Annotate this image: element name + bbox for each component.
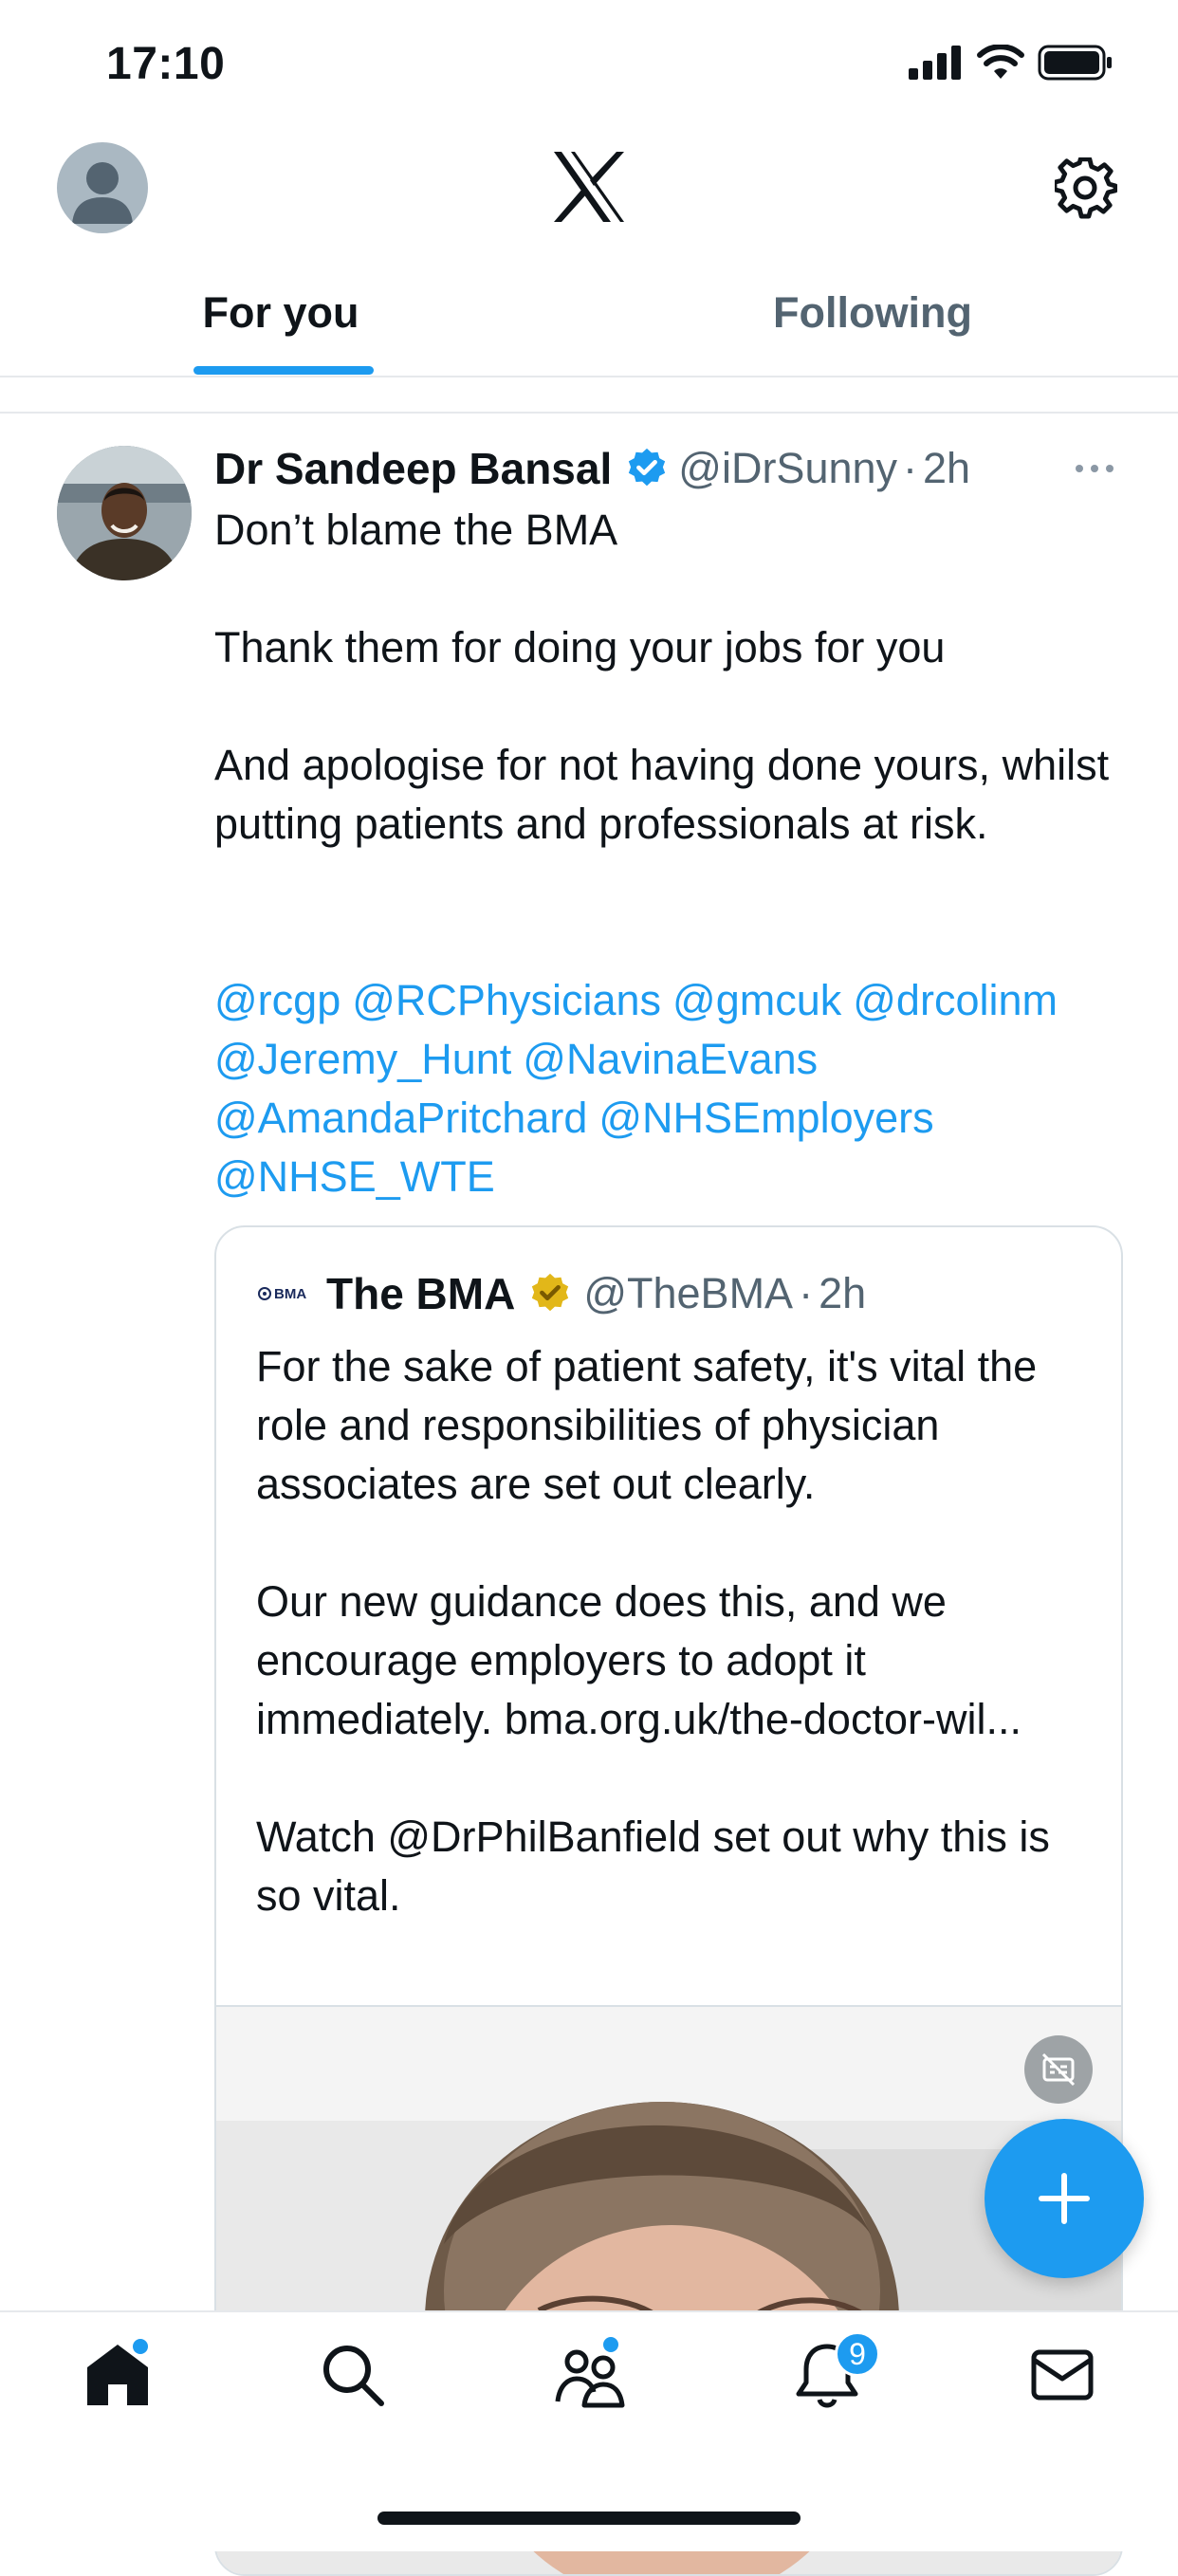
status-icons bbox=[909, 42, 1114, 83]
default-avatar-icon bbox=[72, 162, 133, 224]
quoted-author-handle[interactable]: @TheBMA bbox=[583, 1269, 793, 1318]
search-icon[interactable] bbox=[317, 2339, 389, 2411]
status-time: 17:10 bbox=[106, 39, 226, 89]
quoted-author-name[interactable]: The BMA bbox=[326, 1268, 515, 1319]
tweet-author-avatar[interactable] bbox=[57, 446, 192, 580]
home-indicator bbox=[377, 2512, 801, 2525]
mention-link[interactable]: @RCPhysicians bbox=[352, 976, 661, 1024]
mention-link[interactable]: @rcgp bbox=[214, 976, 341, 1024]
tweet-paragraph: And apologise for not having done yours,… bbox=[214, 741, 1110, 848]
notifications-badge: 9 bbox=[835, 2331, 880, 2377]
home-new-dot bbox=[133, 2339, 148, 2354]
mention-link[interactable]: @gmcuk bbox=[672, 976, 841, 1024]
tweet-paragraph: Thank them for doing your jobs for you bbox=[214, 623, 946, 672]
x-logo-icon[interactable] bbox=[550, 150, 628, 224]
author-name[interactable]: Dr Sandeep Bansal bbox=[214, 443, 612, 494]
plus-icon bbox=[1039, 2173, 1090, 2224]
separator-dot: · bbox=[799, 1269, 814, 1317]
mention-link[interactable]: @NHSEmployers bbox=[598, 1094, 933, 1142]
mention-link[interactable]: @Jeremy_Hunt bbox=[214, 1035, 511, 1083]
bma-logo: BMA bbox=[258, 1282, 311, 1305]
mention-link[interactable]: @NHSE_WTE bbox=[214, 1152, 495, 1201]
caption-button[interactable] bbox=[1024, 2035, 1093, 2104]
quoted-paragraph: Watch @DrPhilBanfield set out why this i… bbox=[256, 1812, 1050, 1920]
quoted-paragraph: For the sake of patient safety, it's vit… bbox=[256, 1342, 1038, 1508]
feed-divider bbox=[0, 412, 1178, 414]
quoted-tweet-time: 2h bbox=[819, 1269, 867, 1317]
mail-icon[interactable] bbox=[1026, 2339, 1098, 2411]
gear-icon[interactable] bbox=[1055, 157, 1117, 220]
mention-link[interactable]: @drcolinm bbox=[853, 976, 1058, 1024]
quoted-tweet-text: For the sake of patient safety, it's vit… bbox=[256, 1337, 1091, 1984]
separator-dot: · bbox=[903, 444, 918, 492]
quoted-paragraph: Our new guidance does this, and we encou… bbox=[256, 1577, 1022, 1743]
caption-icon bbox=[1041, 2052, 1076, 2087]
tab-following[interactable]: Following bbox=[730, 275, 1015, 351]
verified-gold-badge-icon bbox=[532, 1273, 569, 1312]
battery-icon bbox=[1038, 45, 1112, 81]
tweet-paragraph: Don’t blame the BMA bbox=[214, 506, 618, 554]
mention-link[interactable]: @AmandaPritchard bbox=[214, 1094, 587, 1142]
tabs-divider bbox=[0, 376, 1178, 377]
active-tab-indicator bbox=[193, 366, 374, 375]
bma-logo-text: BMA bbox=[274, 1285, 307, 1302]
wifi-icon bbox=[977, 45, 1024, 79]
tweet-time[interactable]: 2h bbox=[923, 444, 970, 493]
signal-icon bbox=[909, 46, 961, 80]
author-photo bbox=[57, 446, 192, 580]
quoted-tweet-header: BMA The BMA @TheBMA · 2h bbox=[258, 1265, 866, 1322]
communities-new-dot bbox=[603, 2337, 618, 2352]
tweet-header: Dr Sandeep Bansal @iDrSunny · 2h bbox=[214, 440, 970, 497]
compose-button[interactable] bbox=[985, 2119, 1144, 2278]
tweet-mentions: @rcgp @RCPhysicians @gmcuk @drcolinm @Jerem… bbox=[214, 971, 1125, 1206]
mention-link[interactable]: @NavinaEvans bbox=[523, 1035, 818, 1083]
profile-avatar[interactable] bbox=[57, 142, 148, 233]
tab-for-you[interactable]: For you bbox=[186, 275, 376, 351]
verified-badge-icon bbox=[629, 448, 666, 487]
more-icon[interactable] bbox=[1072, 446, 1117, 491]
author-handle[interactable]: @iDrSunny bbox=[678, 444, 897, 493]
bma-emblem-icon bbox=[258, 1287, 271, 1300]
tweet-text: Don’t blame the BMA Thank them for doing… bbox=[214, 501, 1125, 912]
